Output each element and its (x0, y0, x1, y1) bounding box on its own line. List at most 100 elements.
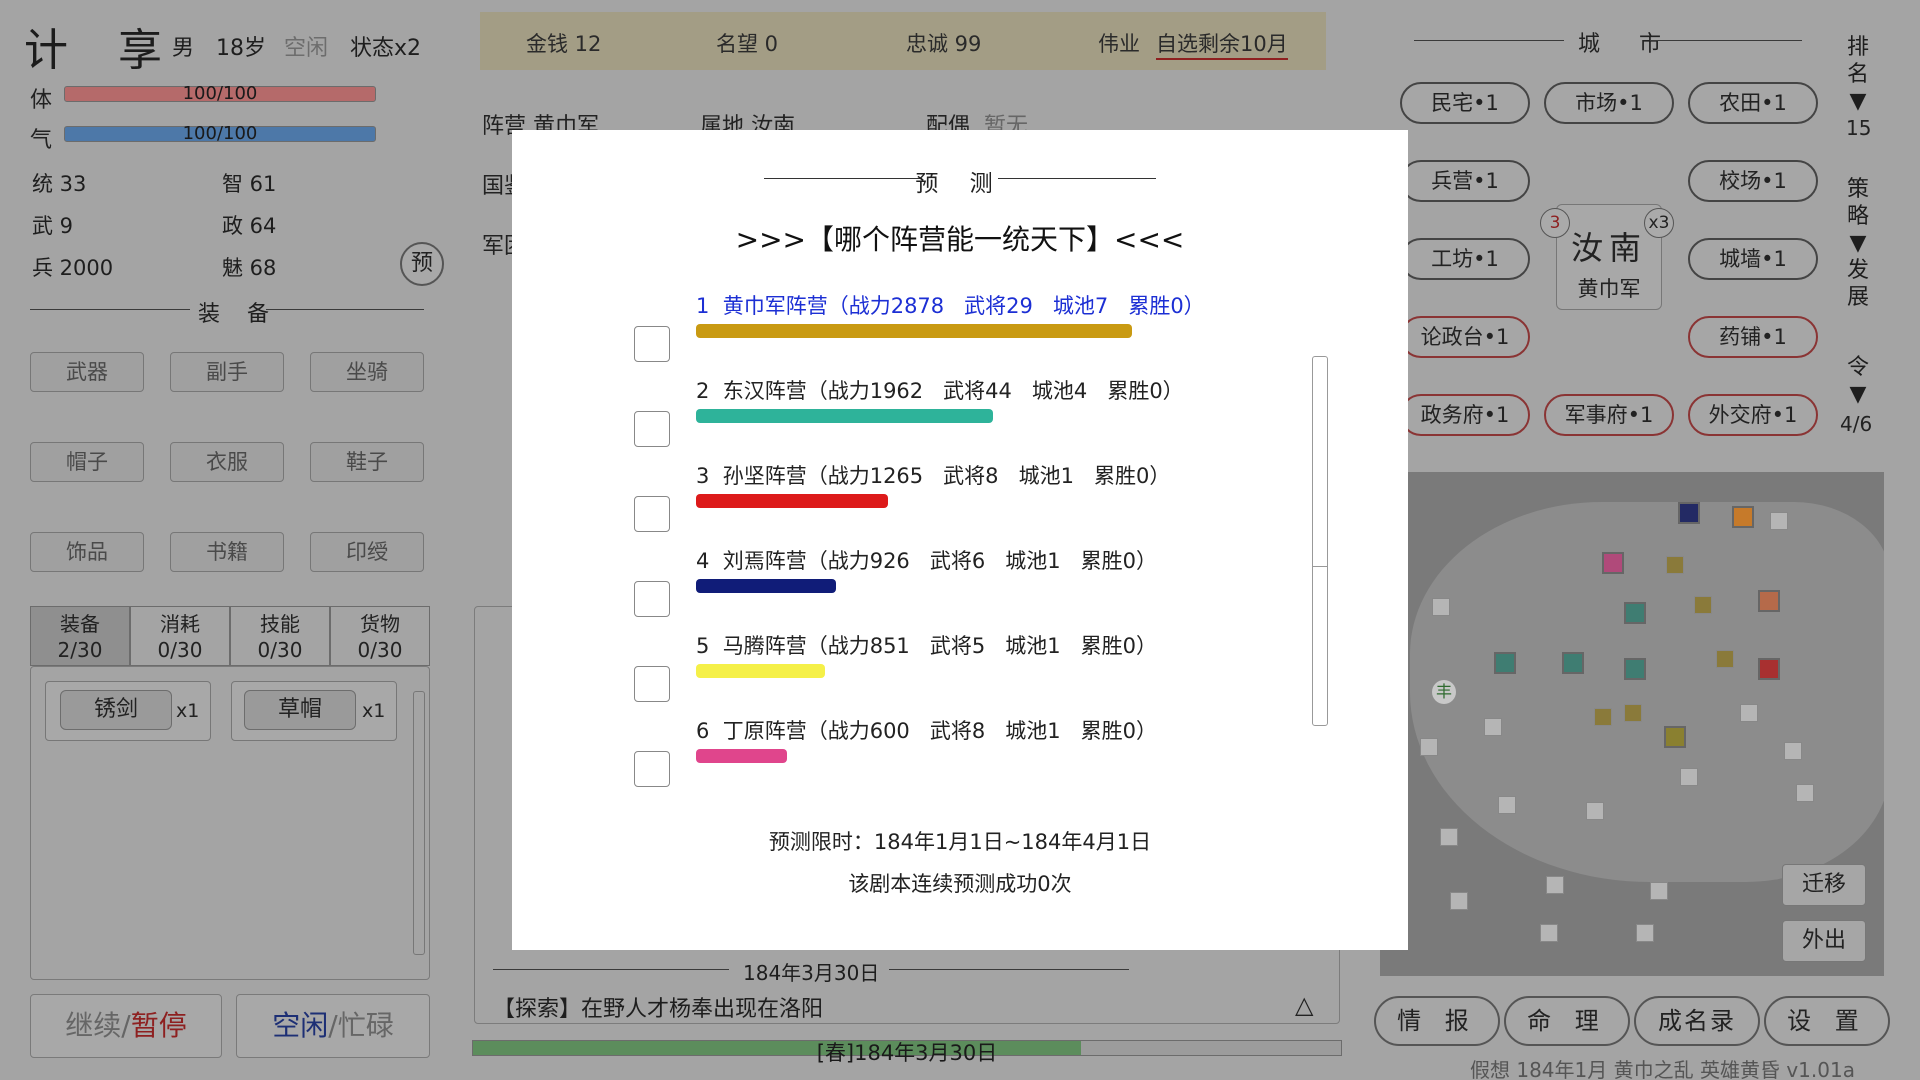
building-residence[interactable]: 民宅•1 (1400, 82, 1530, 124)
map-town[interactable] (1624, 704, 1642, 722)
hp-text: 100/100 (182, 83, 258, 104)
map-city-marker[interactable] (1678, 502, 1700, 524)
feat-value[interactable]: 自选剩余10月 (1156, 28, 1288, 60)
map-town[interactable] (1680, 768, 1698, 786)
map-town[interactable] (1636, 924, 1654, 942)
building-diplomacy-office[interactable]: 外交府•1 (1688, 394, 1818, 436)
map-town[interactable] (1666, 556, 1684, 574)
tab-equipment[interactable]: 装备 2/30 (30, 606, 130, 666)
map-city-marker[interactable] (1758, 658, 1780, 680)
map-town[interactable] (1450, 892, 1468, 910)
inventory-item[interactable]: 草帽 x1 (231, 681, 397, 741)
faction-row[interactable]: 6 丁原阵营（战力600 武将8 城池1 累胜0） (604, 715, 1304, 800)
map-town[interactable] (1694, 596, 1712, 614)
building-farm[interactable]: 农田•1 (1688, 82, 1818, 124)
faction-checkbox[interactable] (634, 496, 670, 532)
go-out-button[interactable]: 外出 (1782, 920, 1866, 962)
stat-tong: 统 33 (32, 172, 87, 196)
building-city-wall[interactable]: 城墙•1 (1688, 238, 1818, 280)
scrollbar-thumb[interactable] (1313, 357, 1327, 567)
map-city-marker[interactable] (1624, 658, 1646, 680)
faction-row[interactable]: 1 黄巾军阵营（战力2878 武将29 城池7 累胜0） (604, 290, 1304, 375)
tab-label: 货物 (360, 612, 400, 636)
faction-power-bar (696, 494, 888, 508)
map-city-marker[interactable] (1562, 652, 1584, 674)
map-city-marker[interactable] (1602, 552, 1624, 574)
building-workshop[interactable]: 工坊•1 (1400, 238, 1530, 280)
idle-label: 空闲 (272, 1009, 329, 1042)
slot-book[interactable]: 书籍 (170, 532, 284, 572)
intel-button[interactable]: 情 报 (1374, 996, 1500, 1046)
map-city-marker[interactable] (1732, 506, 1754, 528)
slot-clothes[interactable]: 衣服 (170, 442, 284, 482)
map-town[interactable] (1784, 742, 1802, 760)
building-debate-hall[interactable]: 论政台•1 (1400, 316, 1530, 358)
map-town[interactable] (1740, 704, 1758, 722)
map-town[interactable] (1498, 796, 1516, 814)
map-town[interactable] (1770, 512, 1788, 530)
tab-consumables[interactable]: 消耗 0/30 (130, 606, 230, 666)
map-town[interactable] (1586, 802, 1604, 820)
map-city-marker[interactable] (1758, 590, 1780, 612)
map-town[interactable] (1594, 708, 1612, 726)
map-city-marker[interactable] (1494, 652, 1516, 674)
character-status-buff[interactable]: 状态x2 (350, 30, 421, 62)
inventory-item[interactable]: 锈剑 x1 (45, 681, 211, 741)
map-town[interactable] (1716, 650, 1734, 668)
settings-button[interactable]: 设 置 (1764, 996, 1890, 1046)
faction-row[interactable]: 3 孙坚阵营（战力1265 武将8 城池1 累胜0） (604, 460, 1304, 545)
slot-seal[interactable]: 印绶 (310, 532, 424, 572)
item-name[interactable]: 草帽 (244, 690, 356, 730)
slot-weapon[interactable]: 武器 (30, 352, 144, 392)
building-admin-office[interactable]: 政务府•1 (1400, 394, 1530, 436)
prediction-time-limit: 预测限时：184年1月1日~184年4月1日 (768, 830, 1152, 854)
order-menu[interactable]: 令 ▼ (1846, 354, 1870, 408)
faction-power-bar (696, 409, 993, 423)
migrate-button[interactable]: 迁移 (1782, 864, 1866, 906)
map-town[interactable] (1650, 882, 1668, 900)
map-town[interactable] (1540, 924, 1558, 942)
faction-checkbox[interactable] (634, 751, 670, 787)
map-city-marker[interactable] (1624, 602, 1646, 624)
slot-shoes[interactable]: 鞋子 (310, 442, 424, 482)
faction-list-scrollbar[interactable] (1312, 356, 1328, 726)
continue-pause-button[interactable]: 继续/暂停 (30, 994, 222, 1058)
map-city-marker[interactable] (1664, 726, 1686, 748)
building-barracks[interactable]: 兵营•1 (1400, 160, 1530, 202)
slot-offhand[interactable]: 副手 (170, 352, 284, 392)
building-military-office[interactable]: 军事府•1 (1544, 394, 1674, 436)
tab-goods[interactable]: 货物 0/30 (330, 606, 430, 666)
faction-checkbox[interactable] (634, 581, 670, 617)
footer-info: 假想 184年1月 黄巾之乱 英雄黄昏 v1.01a (1470, 1058, 1855, 1080)
building-market[interactable]: 市场•1 (1544, 82, 1674, 124)
slot-mount[interactable]: 坐骑 (310, 352, 424, 392)
map-town[interactable] (1420, 738, 1438, 756)
faction-checkbox[interactable] (634, 326, 670, 362)
player-location-marker[interactable]: 丰 (1432, 680, 1456, 704)
map-town[interactable] (1796, 784, 1814, 802)
expand-log-icon[interactable]: △ (1295, 991, 1313, 1019)
rank-value: 15 (1846, 116, 1872, 140)
faction-row[interactable]: 5 马腾阵营（战力851 武将5 城池1 累胜0） (604, 630, 1304, 715)
map-town[interactable] (1440, 828, 1458, 846)
building-training-ground[interactable]: 校场•1 (1688, 160, 1818, 202)
faction-row[interactable]: 4 刘焉阵营（战力926 武将6 城池1 累胜0） (604, 545, 1304, 630)
slot-hat[interactable]: 帽子 (30, 442, 144, 482)
map-town[interactable] (1546, 876, 1564, 894)
faction-checkbox[interactable] (634, 666, 670, 702)
strategy-menu[interactable]: 策 略 ▼ 发 展 (1846, 176, 1870, 311)
inventory-scrollbar[interactable] (413, 691, 425, 955)
predict-button[interactable]: 预 (400, 242, 444, 286)
slot-accessory[interactable]: 饰品 (30, 532, 144, 572)
faction-row[interactable]: 2 东汉阵营（战力1962 武将44 城池4 累胜0） (604, 375, 1304, 460)
map-town[interactable] (1484, 718, 1502, 736)
fate-button[interactable]: 命 理 (1504, 996, 1630, 1046)
hall-of-fame-button[interactable]: 成名录 (1634, 996, 1760, 1046)
building-pharmacy[interactable]: 药铺•1 (1688, 316, 1818, 358)
idle-busy-button[interactable]: 空闲/忙碌 (236, 994, 430, 1058)
rank-menu[interactable]: 排 名 ▼ (1846, 34, 1870, 115)
map-town[interactable] (1432, 598, 1450, 616)
faction-checkbox[interactable] (634, 411, 670, 447)
tab-skills[interactable]: 技能 0/30 (230, 606, 330, 666)
item-name[interactable]: 锈剑 (60, 690, 172, 730)
